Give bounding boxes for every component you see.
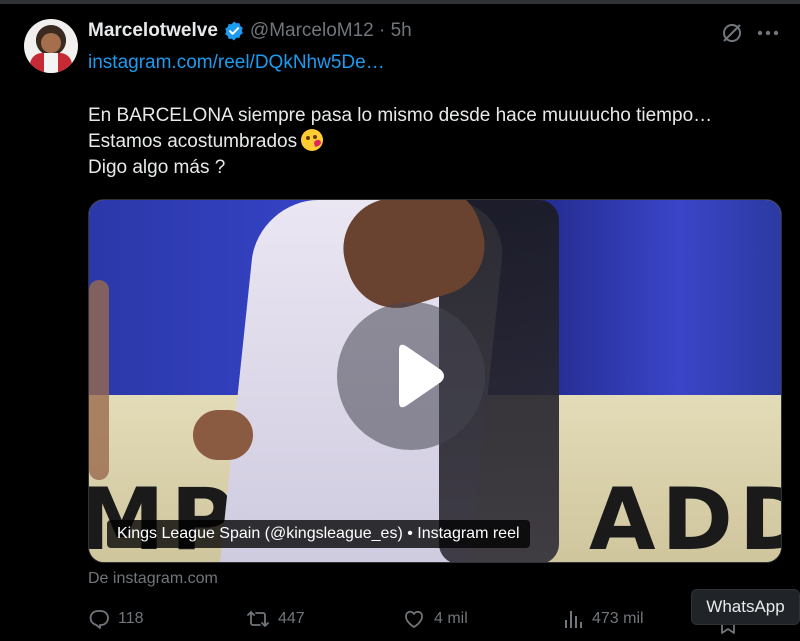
card-source[interactable]: De instagram.com	[88, 570, 218, 588]
tweet-text-line-3: Digo algo más ?	[88, 157, 226, 178]
tweet-text-line-2: Estamos acostumbrados	[88, 129, 712, 155]
views-count: 473 mil	[592, 610, 644, 627]
grok-icon[interactable]	[721, 22, 743, 44]
video-caption: Kings League Spain (@kingsleague_es) • I…	[107, 520, 530, 548]
tweet-text-line-2-text: Estamos acostumbrados	[88, 131, 298, 152]
like-button[interactable]: 4 mil	[402, 608, 468, 630]
tweet-text: En BARCELONA siempre pasa lo mismo desde…	[88, 103, 712, 181]
tweet-text-line-1: En BARCELONA siempre pasa lo mismo desde…	[88, 105, 713, 126]
video-edge-figure	[89, 280, 109, 480]
kiss-emoji-icon	[301, 129, 324, 151]
views-button[interactable]: 473 mil	[562, 608, 644, 630]
like-icon	[405, 610, 423, 628]
verified-badge-icon	[223, 20, 245, 42]
reply-icon	[89, 610, 109, 629]
handle-and-time[interactable]: @MarceloM12 · 5h	[250, 20, 412, 42]
retweet-count: 447	[278, 610, 305, 627]
retweet-button[interactable]: 447	[246, 608, 305, 630]
tweet-header: Marcelotwelve @MarceloM12 · 5h	[88, 20, 412, 42]
tweet-actions: 118 447 4 mil 473 mil	[88, 608, 788, 636]
play-button[interactable]	[337, 302, 485, 450]
play-icon	[399, 344, 444, 408]
avatar[interactable]	[24, 19, 78, 73]
more-icon[interactable]	[755, 23, 781, 43]
reply-button[interactable]: 118	[88, 608, 144, 630]
video-card[interactable]: MPE ADD Kings League Spain (@kingsleague…	[88, 199, 782, 563]
ad-board-right-text: ADD	[589, 470, 781, 563]
views-icon	[565, 611, 582, 628]
author-name[interactable]: Marcelotwelve	[88, 20, 218, 42]
top-divider	[0, 0, 800, 4]
video-hand	[193, 410, 253, 460]
retweet-icon	[247, 611, 269, 627]
like-count: 4 mil	[434, 610, 468, 627]
whatsapp-tooltip: WhatsApp	[691, 589, 800, 625]
reply-count: 118	[118, 610, 144, 627]
instagram-link[interactable]: instagram.com/reel/DQkNhw5De…	[88, 52, 385, 74]
